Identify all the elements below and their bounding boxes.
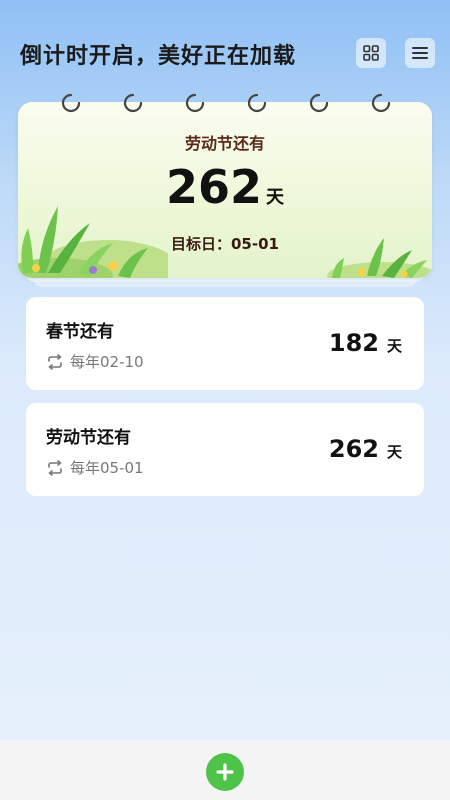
repeat-icon [48, 353, 62, 370]
binder-ring-icon [309, 93, 329, 113]
menu-button[interactable] [405, 38, 435, 68]
event-card[interactable]: 春节还有 每年02-10 182 天 [26, 297, 424, 390]
event-repeat: 每年05-01 [46, 457, 144, 478]
event-days-unit: 天 [386, 337, 402, 355]
event-days-count: 262 天 [329, 435, 402, 463]
featured-target-date: 目标日：05-01 [171, 235, 279, 253]
event-days-count: 182 天 [329, 329, 402, 357]
binder-ring-icon [123, 93, 143, 113]
event-title: 劳动节还有 [46, 428, 131, 448]
binder-ring-icon [185, 93, 205, 113]
event-card[interactable]: 劳动节还有 每年05-01 262 天 [26, 403, 424, 496]
featured-days-unit: 天 [266, 187, 285, 208]
grid-view-icon [363, 45, 379, 61]
grid-view-button[interactable] [356, 38, 386, 68]
plus-icon [216, 763, 234, 781]
featured-days-number: 262 [165, 160, 263, 214]
event-title: 春节还有 [46, 322, 114, 342]
event-repeat-text: 每年02-10 [70, 353, 144, 371]
app-title: 倒计时开启，美好正在加载 [20, 44, 297, 69]
binder-ring-icon [61, 93, 81, 113]
binder-ring-icon [371, 93, 391, 113]
event-days-number: 262 [328, 435, 379, 463]
repeat-icon [48, 459, 62, 476]
featured-event-label: 劳动节还有 [184, 134, 265, 153]
binder-ring-icon [247, 93, 267, 113]
event-repeat-text: 每年05-01 [70, 459, 144, 477]
featured-days-count: 262 天 [0, 160, 450, 214]
menu-icon [412, 47, 428, 59]
add-event-button[interactable] [206, 753, 244, 791]
event-days-unit: 天 [386, 443, 402, 461]
header: 倒计时开启，美好正在加载 [0, 0, 450, 100]
event-repeat: 每年02-10 [46, 351, 144, 372]
event-days-number: 182 [328, 329, 379, 357]
